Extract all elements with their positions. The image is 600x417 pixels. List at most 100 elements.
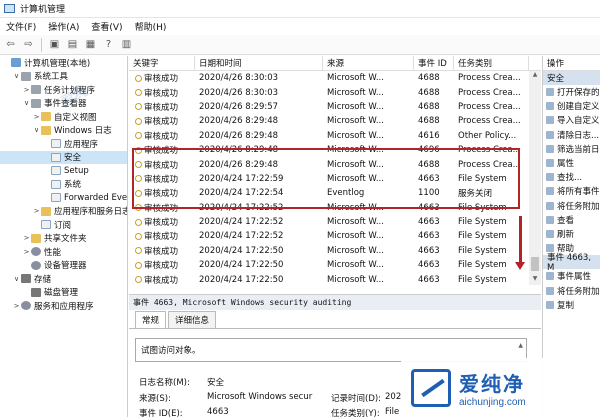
scroll-thumb[interactable] — [531, 257, 539, 271]
action-item[interactable]: 打开保存的 — [543, 85, 600, 99]
event-id-value: 4663 — [207, 407, 229, 417]
expand-arrow-icon[interactable]: > — [22, 86, 31, 94]
action-item[interactable]: 属性 — [543, 156, 600, 170]
expand-arrow-icon[interactable]: > — [32, 113, 41, 121]
back-arrow-icon[interactable]: ⇦ — [3, 37, 18, 52]
menu-file[interactable]: 文件(F) — [0, 20, 42, 33]
tree-item[interactable]: > 性能 — [0, 245, 127, 259]
expand-arrow-icon[interactable]: > — [32, 207, 41, 215]
cell-source: Microsoft W... — [327, 73, 384, 84]
column-source[interactable]: 来源 — [323, 56, 414, 70]
key-icon — [135, 117, 142, 125]
scroll-up-icon[interactable]: ▲ — [529, 71, 541, 81]
table-row[interactable]: 审核成功 2020/4/24 17:22:50 Microsoft W... 4663… — [129, 272, 541, 286]
tree-item-label: 性能 — [44, 247, 62, 258]
table-row[interactable]: 审核成功 2020/4/24 17:22:50 Microsoft W... 4663… — [129, 258, 541, 272]
table-row[interactable]: 审核成功 2020/4/24 17:22:50 Microsoft W... 4663… — [129, 244, 541, 258]
vertical-scrollbar[interactable]: ▲ ▼ — [529, 71, 541, 285]
properties-icon[interactable]: ▦ — [83, 37, 98, 52]
tree-item[interactable]: 计算机管理(本地) — [0, 56, 127, 70]
tree-item[interactable]: 系统 — [0, 178, 127, 192]
actions-section-security[interactable]: 安全 — [543, 71, 600, 85]
keyword-text: 审核成功 — [144, 131, 179, 142]
cell-event-id: 4663 — [418, 245, 440, 256]
action-item[interactable]: 查看 — [543, 213, 600, 227]
action-label: 将任务附加 — [557, 201, 600, 212]
action-item[interactable]: 筛选当前日 — [543, 142, 600, 156]
cell-event-id: 4663 — [418, 217, 440, 228]
column-event-id[interactable]: 事件 ID — [414, 56, 454, 70]
expand-arrow-icon[interactable]: ∨ — [22, 99, 31, 107]
tree-item[interactable]: > 服务和应用程序 — [0, 299, 127, 313]
help-icon[interactable]: ? — [101, 37, 116, 52]
tree-item[interactable]: Setup — [0, 164, 127, 178]
forward-arrow-icon[interactable]: ⇨ — [21, 37, 36, 52]
action-item[interactable]: 将所有事件 — [543, 184, 600, 198]
cell-datetime: 2020/4/24 17:22:52 — [199, 217, 284, 228]
table-row[interactable]: 审核成功 2020/4/24 17:22:52 Microsoft W... 4663… — [129, 215, 541, 229]
tree-item[interactable]: ∨ 系统工具 — [0, 70, 127, 84]
tree-item[interactable]: ∨ Windows 日志 — [0, 124, 127, 138]
tab-general[interactable]: 常规 — [135, 311, 167, 328]
column-keyword[interactable]: 关键字 — [129, 56, 195, 70]
description-scroll-icon[interactable]: ▲ — [518, 342, 523, 349]
expand-arrow-icon[interactable]: ∨ — [12, 275, 21, 283]
action-item[interactable]: 导入自定义 — [543, 113, 600, 127]
expand-arrow-icon[interactable]: > — [22, 248, 31, 256]
tree-item[interactable]: 应用程序 — [0, 137, 127, 151]
tree-item[interactable]: > 自定义视图 — [0, 110, 127, 124]
action-item[interactable]: 刷新 — [543, 227, 600, 241]
task-category-label: 任务类别(Y): — [331, 409, 380, 417]
keyword-text: 审核成功 — [144, 246, 179, 257]
cell-task-category: Process Crea... — [458, 101, 521, 112]
folder-icon — [31, 233, 41, 243]
watermark-brand: 爱纯净 — [459, 371, 525, 396]
expand-arrow-icon[interactable]: > — [22, 234, 31, 242]
tree-item[interactable]: Forwarded Eve — [0, 191, 127, 205]
tree-item[interactable]: > 共享文件夹 — [0, 232, 127, 246]
keyword-text: 审核成功 — [144, 232, 179, 243]
view-pane-icon[interactable]: ▥ — [119, 37, 134, 52]
scroll-down-icon[interactable]: ▼ — [529, 275, 541, 285]
menu-action[interactable]: 操作(A) — [42, 20, 85, 33]
table-row[interactable]: 审核成功 2020/4/24 17:22:52 Microsoft W... 4663… — [129, 229, 541, 243]
cell-source: Microsoft W... — [327, 87, 384, 98]
action-item[interactable]: 将任务附加 — [543, 283, 600, 297]
action-item[interactable]: 查找... — [543, 170, 600, 184]
show-hide-tree-icon[interactable]: ▤ — [65, 37, 80, 52]
table-row[interactable]: 审核成功 2020/4/26 8:29:48 Microsoft W... 4616 O… — [129, 129, 541, 143]
expand-arrow-icon[interactable]: ∨ — [12, 72, 21, 80]
table-row[interactable]: 审核成功 2020/4/26 8:30:03 Microsoft W... 4688 P… — [129, 71, 541, 85]
table-row[interactable]: 审核成功 2020/4/26 8:29:48 Microsoft W... 4688 P… — [129, 114, 541, 128]
action-item[interactable]: 清除日志... — [543, 128, 600, 142]
action-label: 清除日志... — [557, 130, 600, 141]
menu-view[interactable]: 查看(V) — [85, 20, 128, 33]
gear-icon — [31, 247, 41, 257]
tab-details[interactable]: 详细信息 — [168, 311, 217, 328]
expand-arrow-icon[interactable]: > — [12, 302, 21, 310]
tree-item[interactable]: 订阅 — [0, 218, 127, 232]
tree-item[interactable]: 安全 — [0, 150, 127, 164]
tree-item-label: 订阅 — [54, 220, 72, 231]
cell-source: Microsoft W... — [327, 116, 384, 127]
expand-arrow-icon[interactable]: ∨ — [32, 126, 41, 134]
up-folder-icon[interactable]: ▣ — [47, 37, 62, 52]
actions-section-event[interactable]: 事件 4663, M — [543, 253, 600, 273]
column-task-category[interactable]: 任务类别 — [454, 56, 529, 70]
action-item[interactable]: 将任务附加 — [543, 199, 600, 213]
action-label: 属性 — [557, 159, 575, 170]
column-datetime[interactable]: 日期和时间 — [195, 56, 323, 70]
tree-item[interactable]: 设备管理器 — [0, 259, 127, 273]
menu-help[interactable]: 帮助(H) — [129, 20, 173, 33]
tree-item[interactable]: ∨ 存储 — [0, 272, 127, 286]
action-item[interactable]: 复制 — [543, 298, 600, 312]
window-title: 计算机管理 — [20, 5, 66, 15]
tree-item[interactable]: 磁盘管理 — [0, 286, 127, 300]
action-item[interactable]: 创建自定义 — [543, 99, 600, 113]
table-row[interactable]: 审核成功 2020/4/26 8:30:03 Microsoft W... 4688 P… — [129, 85, 541, 99]
tree-item[interactable]: > 应用程序和服务日志 — [0, 205, 127, 219]
tree-item-label: Forwarded Eve — [64, 192, 128, 203]
folder-icon — [41, 125, 51, 135]
cell-task-category: Process Crea... — [458, 87, 521, 98]
table-row[interactable]: 审核成功 2020/4/26 8:29:57 Microsoft W... 4688 P… — [129, 100, 541, 114]
